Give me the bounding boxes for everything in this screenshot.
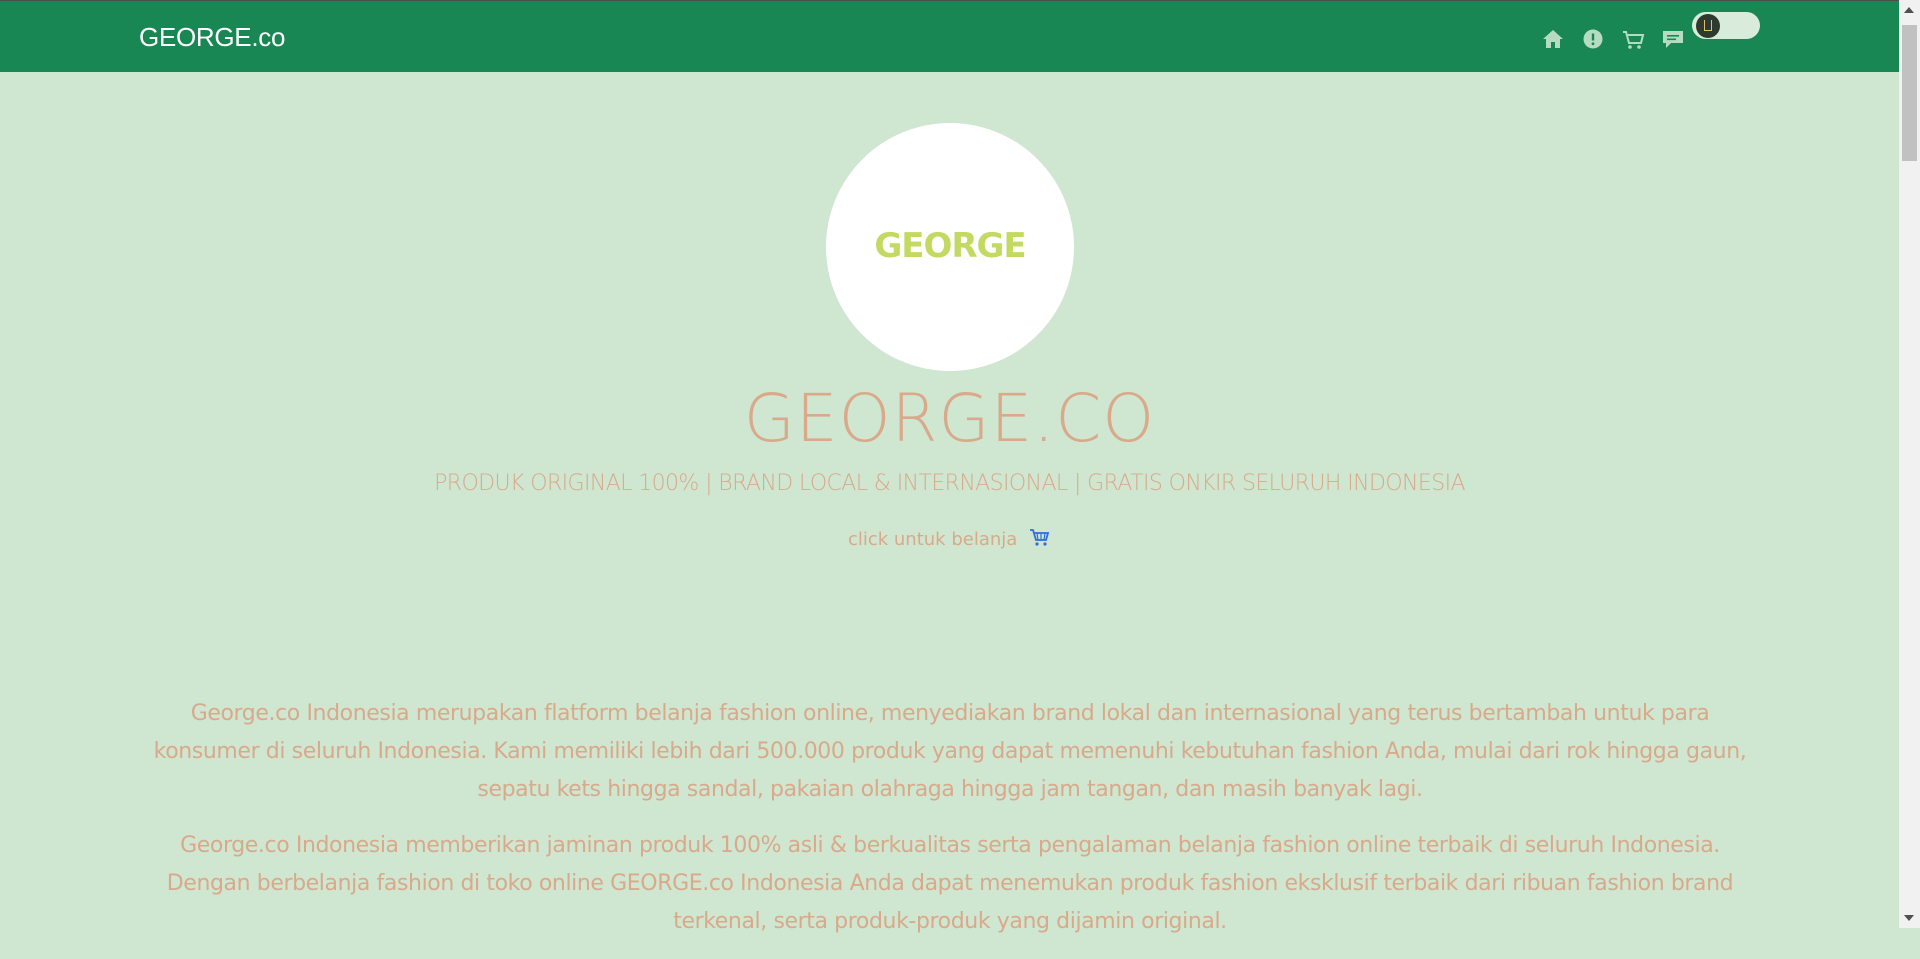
logo-text: GEORGE (874, 226, 1026, 266)
home-icon[interactable] (1540, 25, 1566, 53)
about-paragraph: George.co Indonesia merupakan flatform b… (153, 701, 1747, 802)
dark-mode-toggle[interactable] (1692, 12, 1760, 39)
hero-logo: GEORGE (826, 123, 1074, 371)
page-subtitle: PRODUK ORIGINAL 100% | BRAND LOCAL & INT… (434, 471, 1465, 496)
about-section: George.co Indonesia merupakan flatform b… (140, 695, 1760, 959)
scroll-up-icon[interactable] (1904, 7, 1914, 13)
shop-cta[interactable]: click untuk belanja (0, 527, 1899, 550)
toggle-knob (1696, 14, 1720, 38)
top-navbar: GEORGE.co (0, 0, 1899, 72)
cart-icon[interactable] (1029, 527, 1051, 547)
vertical-scrollbar[interactable] (1899, 0, 1920, 928)
brand-link[interactable]: GEORGE.co (139, 22, 285, 53)
info-icon[interactable] (1580, 25, 1606, 53)
scroll-down-icon[interactable] (1904, 915, 1914, 921)
scroll-thumb[interactable] (1902, 25, 1917, 161)
about-paragraph: George.co Indonesia memberikan jaminan p… (166, 833, 1734, 934)
cart-icon[interactable] (1620, 25, 1646, 53)
chat-icon[interactable] (1660, 25, 1686, 53)
page-title: GEORGE.CO (743, 380, 1156, 457)
shop-cta-label: click untuk belanja (847, 529, 1018, 550)
moon-icon (1704, 20, 1712, 31)
